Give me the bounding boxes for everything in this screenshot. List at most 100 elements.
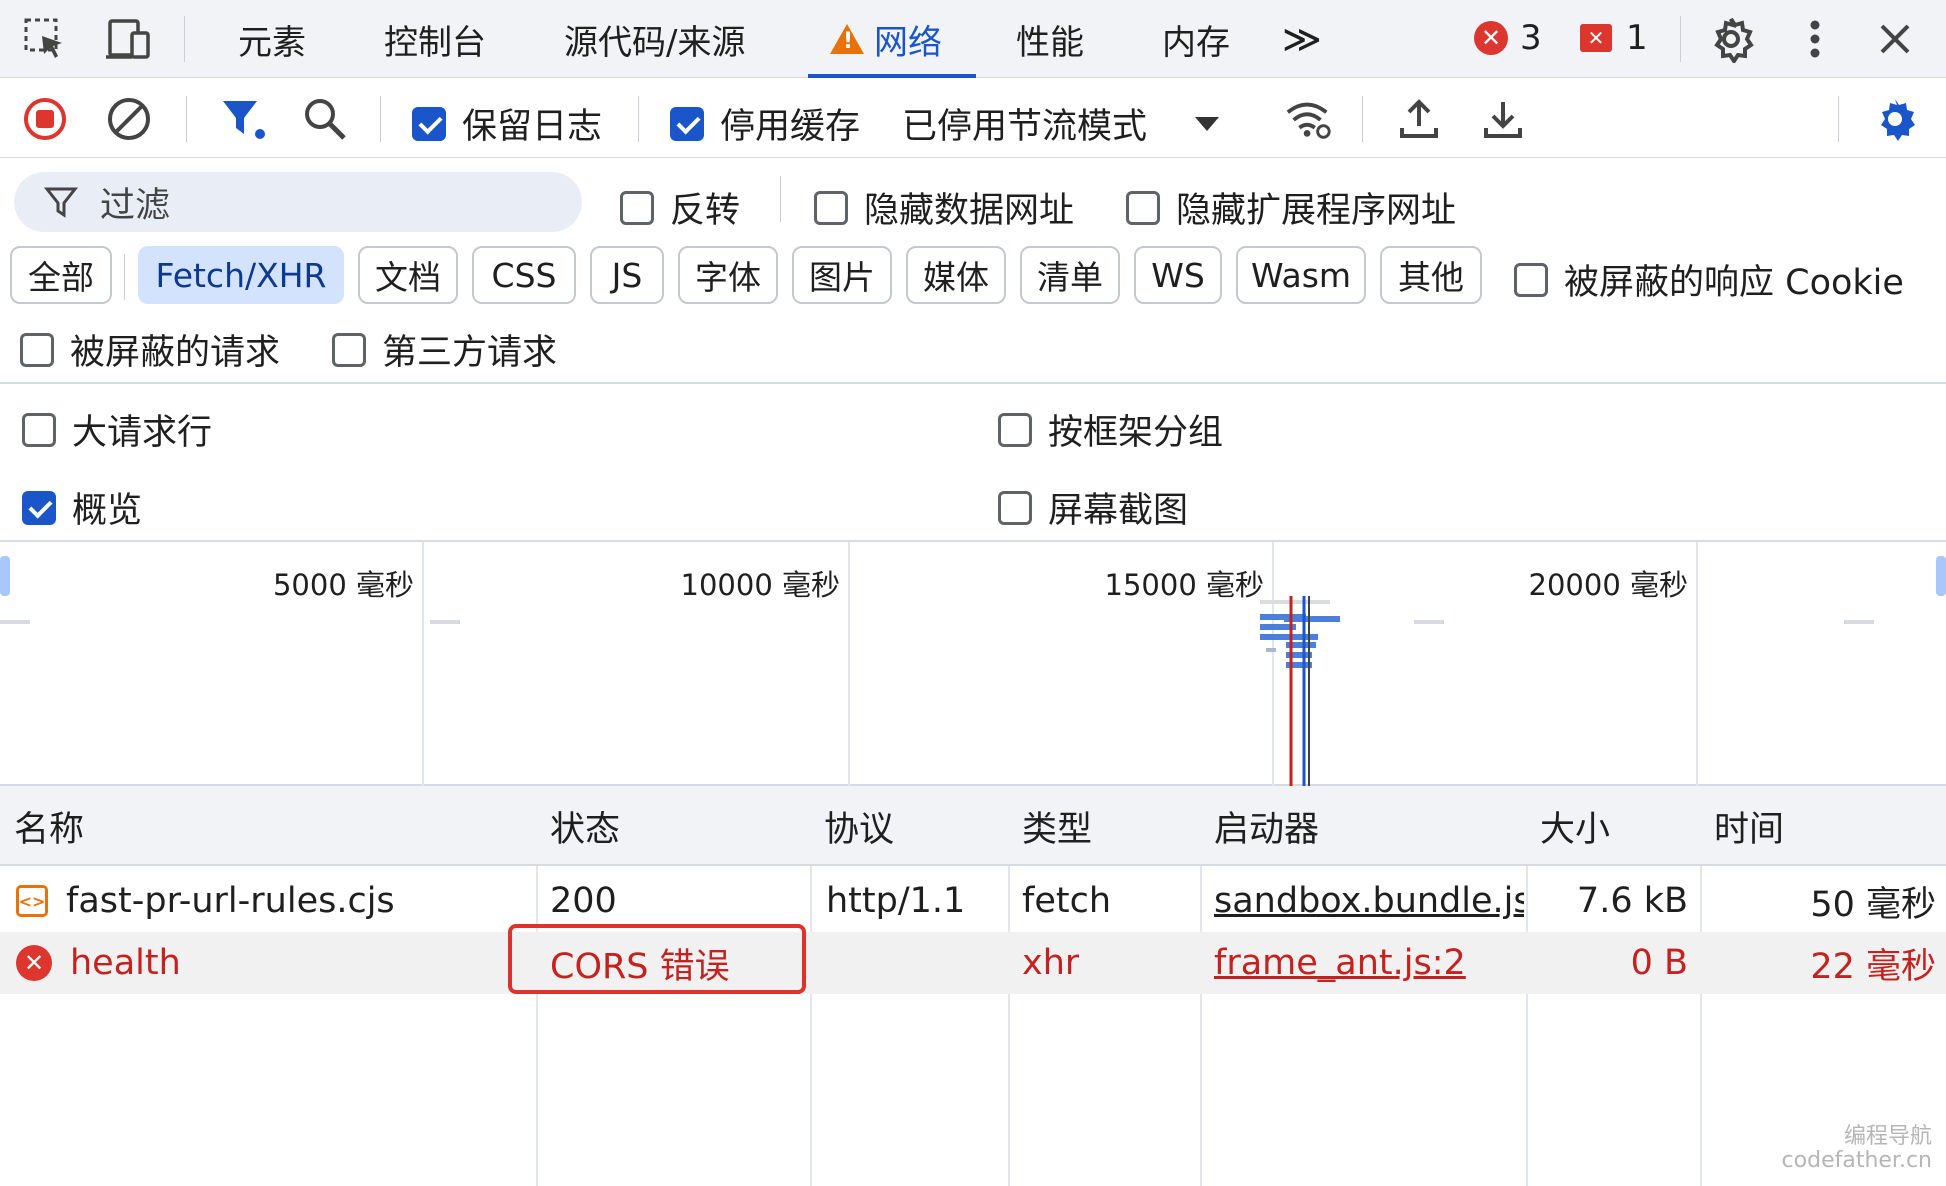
blocked-cookies-label: 被屏蔽的响应 Cookie (1564, 263, 1904, 303)
type-chip-fetch-xhr[interactable]: Fetch/XHR (138, 246, 344, 304)
device-toolbar-icon[interactable] (104, 14, 154, 64)
big-request-rows-check[interactable] (22, 412, 56, 447)
show-overview-check[interactable] (22, 490, 56, 525)
export-har-icon[interactable] (1478, 94, 1528, 144)
settings-gear-icon[interactable] (1706, 14, 1756, 64)
filter-funnel-icon (44, 187, 78, 218)
tab-network[interactable]: 网络 (808, 0, 976, 78)
column-header-status[interactable]: 状态 (536, 786, 620, 866)
preserve-log-checkbox[interactable]: 保留日志 (412, 98, 602, 149)
table-row[interactable]: ✕ health CORS 错误 xhr frame_ant.js:2 0 B … (0, 932, 1946, 994)
filter-input[interactable]: 过滤 (14, 172, 582, 232)
screenshots-checkbox[interactable]: 屏幕截图 (998, 482, 1188, 533)
group-by-frame-check[interactable] (998, 412, 1032, 447)
type-chip-ws[interactable]: WS (1134, 246, 1222, 304)
request-status: 200 (550, 881, 617, 921)
throttling-label: 已停用节流模式 (902, 107, 1148, 147)
tab-performance[interactable]: 性能 (1010, 0, 1090, 78)
request-time: 22 毫秒 (1810, 946, 1936, 987)
column-header-name[interactable]: 名称 (0, 786, 84, 866)
import-har-icon[interactable] (1394, 94, 1444, 144)
clear-log-icon[interactable] (104, 94, 154, 144)
watermark-title: 编程导航 (1843, 1124, 1932, 1149)
type-chip-image[interactable]: 图片 (792, 246, 892, 304)
blocked-requests-checkbox[interactable]: 被屏蔽的请求 (20, 324, 280, 375)
disable-cache-label: 停用缓存 (720, 107, 861, 147)
network-conditions-icon[interactable] (1284, 94, 1334, 144)
cors-error-highlight-box (508, 924, 806, 994)
close-devtools-icon[interactable] (1870, 14, 1920, 64)
type-chip-font[interactable]: 字体 (678, 246, 778, 304)
more-tabs-icon[interactable]: ≫ (1276, 0, 1328, 78)
request-initiator-link[interactable]: sandbox.bundle.js (1214, 870, 1524, 932)
network-toolbar: 保留日志 停用缓存 已停用节流模式 (0, 78, 1946, 158)
column-header-protocol[interactable]: 协议 (810, 786, 894, 866)
hide-data-urls-check[interactable] (814, 190, 848, 225)
tab-memory[interactable]: 内存 (1156, 0, 1236, 78)
request-type: xhr (1022, 943, 1080, 983)
more-options-icon[interactable] (1790, 14, 1840, 64)
invert-check[interactable] (620, 190, 654, 225)
blocked-cookies-check[interactable] (1514, 262, 1548, 297)
overview-right-handle[interactable] (1936, 556, 1946, 596)
search-icon[interactable] (300, 94, 350, 144)
disable-cache-check[interactable] (670, 106, 704, 141)
overview-tick (0, 620, 30, 624)
stop-recording-icon[interactable] (20, 94, 70, 144)
inspect-element-icon[interactable] (20, 14, 70, 64)
request-type: fetch (1022, 881, 1112, 921)
chip-separator (124, 254, 125, 300)
disable-cache-checkbox[interactable]: 停用缓存 (670, 98, 860, 149)
type-chip-media[interactable]: 媒体 (906, 246, 1006, 304)
tab-console[interactable]: 控制台 (378, 0, 492, 78)
overview-gridline (422, 542, 424, 786)
column-header-initiator[interactable]: 启动器 (1200, 786, 1319, 866)
group-by-frame-checkbox[interactable]: 按框架分组 (998, 404, 1223, 455)
type-chip-other[interactable]: 其他 (1380, 246, 1482, 304)
blocked-requests-check[interactable] (20, 332, 54, 367)
big-request-rows-label: 大请求行 (72, 413, 213, 453)
type-chip-wasm[interactable]: Wasm (1236, 246, 1366, 304)
request-name-cell: ✕ health (16, 932, 532, 994)
console-errors-badge[interactable]: ✕ 3 (1474, 18, 1542, 58)
hide-data-urls-label: 隐藏数据网址 (864, 191, 1075, 231)
tab-elements[interactable]: 元素 (232, 0, 312, 78)
watermark-url: codefather.cn (1781, 1148, 1932, 1173)
show-overview-checkbox[interactable]: 概览 (22, 482, 142, 533)
hide-extension-urls-checkbox[interactable]: 隐藏扩展程序网址 (1126, 182, 1456, 233)
type-chip-document[interactable]: 文档 (358, 246, 458, 304)
table-header: 名称 状态 协议 类型 启动器 大小 时间 (0, 786, 1946, 866)
type-chip-all[interactable]: 全部 (10, 246, 112, 304)
throttling-dropdown[interactable]: 已停用节流模式 (902, 98, 1220, 149)
request-size: 0 B (1630, 943, 1688, 983)
devtools-tab-bar: 元素 控制台 源代码/来源 网络 性能 内存 ≫ ✕ 3 ✕ 1 (0, 0, 1946, 78)
type-chip-js[interactable]: JS (590, 246, 664, 304)
type-chip-manifest[interactable]: 清单 (1020, 246, 1120, 304)
network-settings-panel: 大请求行 按框架分组 概览 屏幕截图 (0, 384, 1946, 542)
column-header-time[interactable]: 时间 (1700, 786, 1784, 866)
big-request-rows-checkbox[interactable]: 大请求行 (22, 404, 212, 455)
tabbar-separator (184, 16, 185, 62)
table-row[interactable]: <> fast-pr-url-rules.cjs 200 http/1.1 fe… (0, 870, 1946, 932)
overview-time-label: 10000 毫秒 (680, 568, 840, 602)
third-party-checkbox[interactable]: 第三方请求 (332, 324, 557, 375)
column-header-type[interactable]: 类型 (1008, 786, 1092, 866)
invert-checkbox[interactable]: 反转 (620, 182, 740, 233)
hide-extension-urls-check[interactable] (1126, 190, 1160, 225)
network-settings-gear-icon[interactable] (1870, 94, 1920, 144)
tab-sources[interactable]: 源代码/来源 (558, 0, 751, 78)
overview-left-handle[interactable] (0, 556, 10, 596)
third-party-check[interactable] (332, 332, 366, 367)
screenshots-check[interactable] (998, 490, 1032, 525)
filter-funnel-icon[interactable] (218, 94, 268, 144)
type-chip-css[interactable]: CSS (472, 246, 576, 304)
request-name-cell: <> fast-pr-url-rules.cjs (16, 870, 532, 932)
blocked-cookies-checkbox[interactable]: 被屏蔽的响应 Cookie (1514, 254, 1904, 305)
show-overview-label: 概览 (72, 491, 143, 531)
hide-data-urls-checkbox[interactable]: 隐藏数据网址 (814, 182, 1074, 233)
preserve-log-check[interactable] (412, 106, 446, 141)
request-initiator-link[interactable]: frame_ant.js:2 (1214, 932, 1524, 994)
issues-badge[interactable]: ✕ 1 (1580, 18, 1648, 58)
network-overview-timeline[interactable]: 5000 毫秒 10000 毫秒 15000 毫秒 20000 毫秒 (0, 542, 1946, 786)
column-header-size[interactable]: 大小 (1526, 786, 1610, 866)
